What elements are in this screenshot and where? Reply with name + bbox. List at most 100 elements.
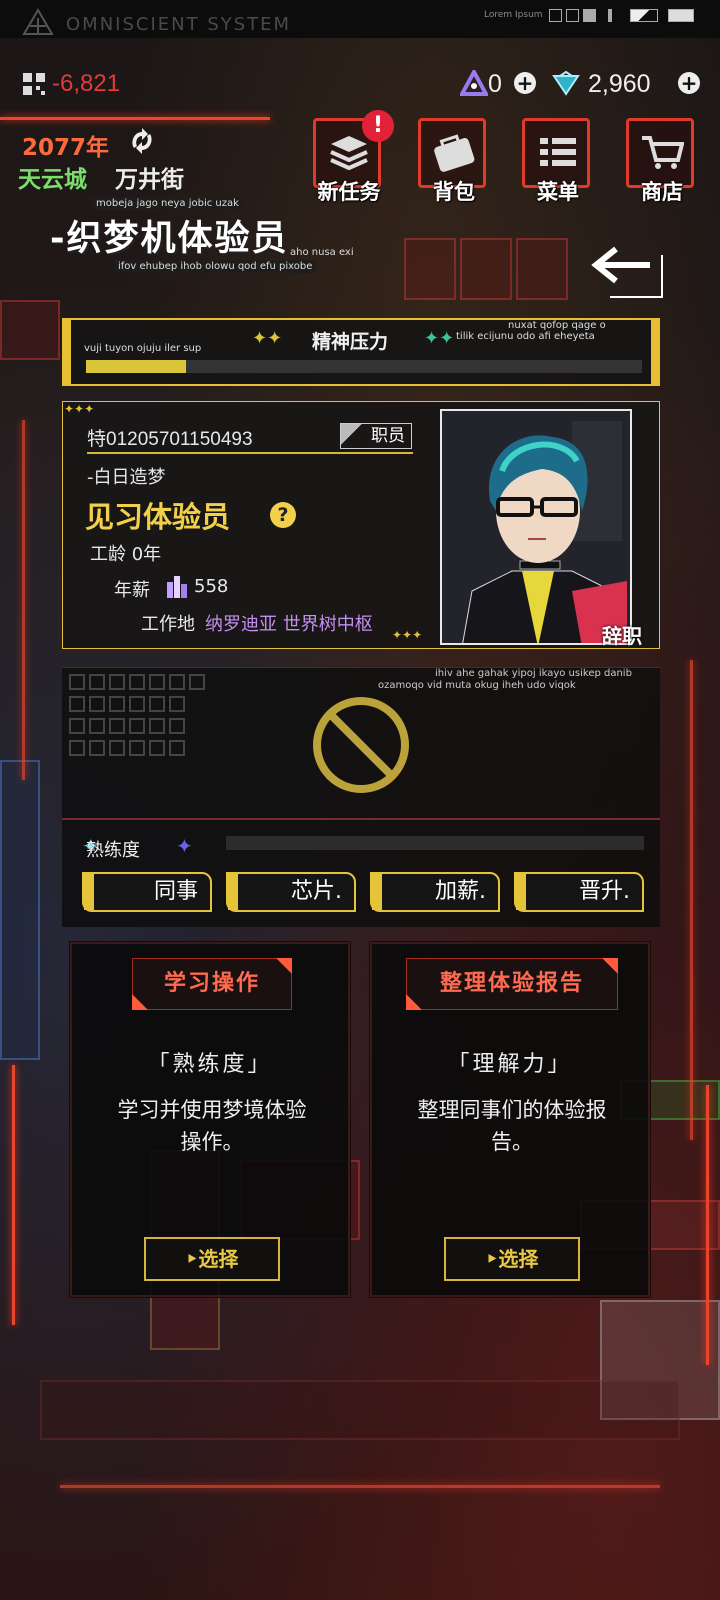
job-subtitle: ifov ehubep ihob olowu qod efu pixobe: [114, 260, 317, 273]
status-square-icon: [549, 9, 562, 22]
stress-subtitle: nuxat qofop qage o: [508, 320, 606, 331]
tab-chip[interactable]: 芯片.: [226, 872, 356, 912]
action-card-header: 整理体验报告: [406, 958, 618, 1010]
triangle-gem-icon: [460, 70, 488, 96]
character-portrait: [440, 409, 632, 645]
bag-button[interactable]: 背包: [418, 118, 490, 204]
tab-colleagues[interactable]: 同事: [82, 872, 212, 912]
card-divider: [87, 452, 413, 454]
battery-icon: [668, 9, 694, 22]
system-title: OMNISCIENT SYSTEM: [66, 14, 292, 35]
neon-edge: [690, 660, 693, 1140]
add-currency-b-button[interactable]: +: [678, 72, 700, 94]
add-currency-a-button[interactable]: +: [514, 72, 536, 94]
proficiency-bar-track: [226, 836, 644, 850]
diamond-gem-icon: [552, 70, 580, 96]
sparkle-icon: ✦✦✦: [64, 402, 95, 416]
job-subtitle: aho nusa exi: [290, 247, 354, 258]
menu-label: 菜单: [537, 180, 579, 204]
tab-promotion[interactable]: 晋升.: [514, 872, 644, 912]
salary-value: 558: [194, 576, 229, 597]
tab-raise[interactable]: 加薪.: [370, 872, 500, 912]
bag-icon: [434, 134, 475, 172]
menu-list-icon: [540, 138, 576, 166]
sparkle-icon: ✦: [176, 834, 193, 858]
select-button[interactable]: ‣选择: [444, 1237, 580, 1281]
status-lorem: Lorem Ipsum: [484, 10, 543, 20]
job-subtitle: mobeja jago neya jobic uzak: [92, 197, 243, 210]
back-arrow-icon[interactable]: [590, 245, 672, 303]
action-card-stat: 「理解力」: [447, 1052, 573, 1077]
position-title: 见习体验员: [85, 500, 231, 534]
seniority: 工龄 0年: [90, 544, 162, 565]
prohibited-icon: [313, 697, 409, 793]
action-card-header: 学习操作: [132, 958, 292, 1010]
neon-edge: [0, 117, 270, 120]
bg-sign: [0, 300, 60, 360]
action-card-description: 学习并使用梦境体验操作。: [117, 1098, 307, 1154]
corner-mark: [602, 958, 618, 974]
stress-title: 精神压力: [312, 331, 389, 353]
status-divider: [608, 9, 612, 22]
debt-amount: -6,821: [52, 70, 121, 97]
rank-badge: 职员: [340, 423, 412, 449]
quit-button[interactable]: 辞职: [602, 620, 642, 649]
skill-subtitle: ihiv ahe gahak yipoj ikayo usikep danib: [435, 668, 632, 679]
select-button[interactable]: ‣选择: [144, 1237, 280, 1281]
menu-button[interactable]: 菜单: [522, 118, 594, 204]
grid-pattern: [69, 674, 205, 756]
help-icon[interactable]: ?: [270, 502, 296, 528]
city-label: 天云城: [18, 167, 87, 193]
corner-mark: [132, 994, 148, 1010]
cart-icon: [642, 136, 684, 169]
year-label: 2077年: [22, 135, 110, 161]
bag-label: 背包: [433, 180, 475, 204]
alert-badge: !: [362, 110, 394, 142]
employee-motto: -白日造梦: [87, 467, 166, 488]
status-square-icon: [583, 9, 596, 22]
sparkle-icon: ✦✦: [252, 328, 283, 349]
sparkle-icon: ✦✦: [424, 328, 455, 349]
corner-mark: [406, 994, 422, 1010]
battery-icon: [630, 9, 658, 22]
currency-b-amount: 2,960: [588, 70, 651, 98]
neon-edge: [12, 1065, 15, 1325]
salary-label: 年薪: [114, 580, 150, 601]
new-task-label: 新任务: [317, 180, 381, 204]
action-card-heading: 整理体验报告: [439, 971, 584, 996]
sparkle-icon: ✦✦✦: [392, 628, 423, 642]
corner-mark: [276, 958, 292, 974]
workplace-label: 工作地: [141, 614, 195, 635]
qr-icon: [23, 73, 45, 95]
proficiency-label: 熟练度: [86, 840, 140, 861]
workplace-value[interactable]: 纳罗迪亚 世界树中枢: [205, 610, 373, 636]
stress-bar-fill: [86, 360, 186, 373]
bg-sign: [0, 760, 40, 1060]
bg-sign: [516, 238, 568, 300]
stress-subtitle: tilik ecijunu odo afi eheyeta: [456, 331, 595, 342]
portrait-image: [442, 411, 630, 643]
neon-edge: [60, 1485, 660, 1488]
crystal-icon: [167, 576, 187, 598]
shop-label: 商店: [641, 180, 683, 204]
refresh-icon[interactable]: [128, 128, 156, 154]
bg-awning: [40, 1380, 680, 1440]
bg-sign: [404, 238, 456, 300]
skill-divider: [62, 818, 660, 820]
job-title: -织梦机体验员: [50, 219, 289, 259]
action-card-stat: 「熟练度」: [147, 1052, 273, 1077]
system-logo-icon: [22, 8, 54, 35]
action-card-learn: 学习操作 「熟练度」 学习并使用梦境体验操作。 ‣选择: [70, 942, 350, 1297]
employee-id: 特01205701150493: [87, 429, 253, 450]
neon-edge: [22, 420, 25, 780]
currency-a-amount: 0: [488, 70, 502, 98]
action-card-description: 整理同事们的体验报告。: [417, 1098, 607, 1154]
action-card-report: 整理体验报告 「理解力」 整理同事们的体验报告。 ‣选择: [370, 942, 650, 1297]
shop-button[interactable]: 商店: [626, 118, 698, 204]
game-screen: OMNISCIENT SYSTEM Lorem Ipsum -6,821 0 +…: [0, 0, 720, 1600]
stress-subtitle: vuji tuyon ojuju iler sup: [84, 343, 202, 354]
skill-subtitle: ozamoqo vid muta okug iheh udo viqok: [378, 680, 576, 691]
bg-sign: [460, 238, 512, 300]
task-stack-icon: [330, 136, 368, 171]
neon-edge: [706, 1085, 709, 1365]
